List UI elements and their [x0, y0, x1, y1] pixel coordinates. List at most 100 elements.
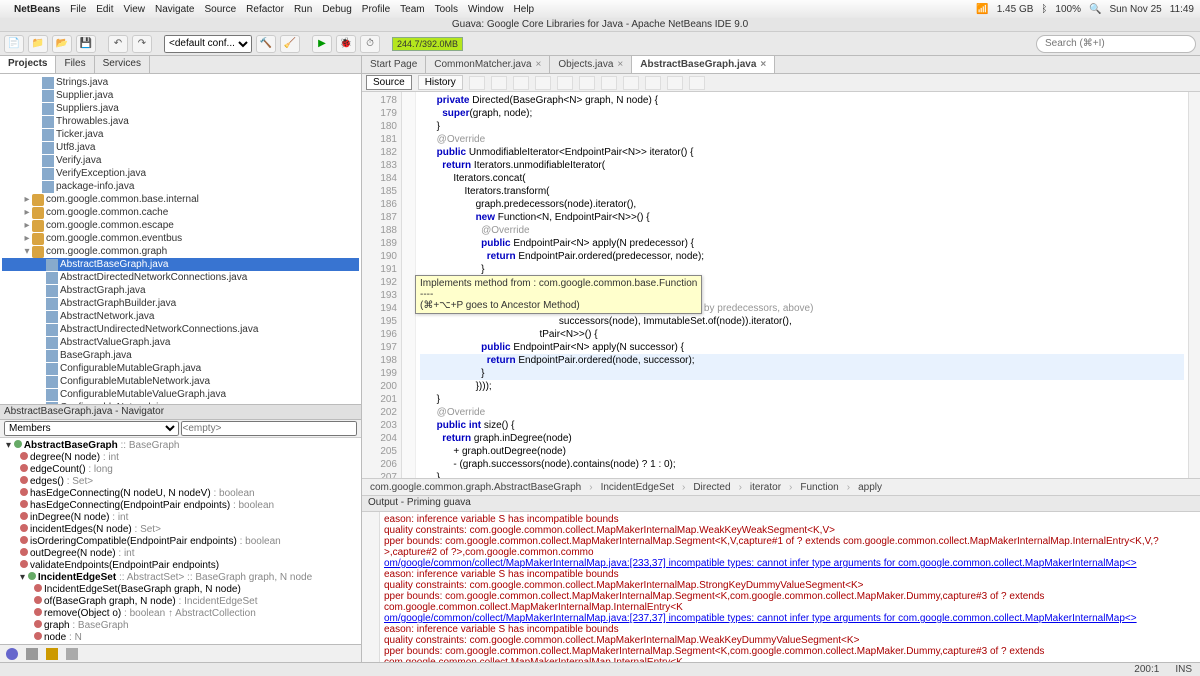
line-gutter[interactable]: 1781791801811821831841851861871881891901…: [362, 92, 402, 478]
filter-fields-icon[interactable]: [6, 648, 18, 660]
package-row[interactable]: ▸com.google.common.escape: [2, 219, 359, 232]
menu-team[interactable]: Team: [400, 4, 424, 15]
package-row[interactable]: ▾com.google.common.graph: [2, 245, 359, 258]
last-edit-button[interactable]: [513, 76, 529, 90]
navigator-item[interactable]: ▾ IncidentEdgeSet :: AbstractSet> :: Bas…: [2, 572, 359, 584]
close-icon[interactable]: ×: [536, 59, 542, 70]
navigator-item[interactable]: ▾ AbstractBaseGraph :: BaseGraph: [2, 440, 359, 452]
next-bookmark-button[interactable]: [579, 76, 595, 90]
tab-files[interactable]: Files: [56, 56, 94, 73]
navigator-item[interactable]: node : N: [2, 632, 359, 644]
menu-profile[interactable]: Profile: [362, 4, 390, 15]
navigator-item[interactable]: edges() : Set>: [2, 476, 359, 488]
menu-source[interactable]: Source: [204, 4, 236, 15]
menu-tools[interactable]: Tools: [435, 4, 458, 15]
navigator-item[interactable]: graph : BaseGraph: [2, 620, 359, 632]
navigator-item[interactable]: hasEdgeConnecting(EndpointPair endpoints…: [2, 500, 359, 512]
file-row[interactable]: package-info.java: [2, 180, 359, 193]
menu-help[interactable]: Help: [514, 4, 535, 15]
navigator-mode-select[interactable]: Members: [4, 421, 179, 436]
close-icon[interactable]: ×: [617, 59, 623, 70]
navigator-item[interactable]: hasEdgeConnecting(N nodeU, N nodeV) : bo…: [2, 488, 359, 500]
clean-build-button[interactable]: 🧹: [280, 35, 300, 53]
redo-button[interactable]: ↷: [132, 35, 152, 53]
menu-view[interactable]: View: [124, 4, 146, 15]
file-row[interactable]: Ticker.java: [2, 128, 359, 141]
navigator-item[interactable]: of(BaseGraph graph, N node) : IncidentEd…: [2, 596, 359, 608]
wifi-icon[interactable]: 📶: [976, 4, 988, 15]
tab-projects[interactable]: Projects: [0, 56, 56, 73]
menu-window[interactable]: Window: [468, 4, 504, 15]
navigator-filter-input[interactable]: [181, 421, 358, 436]
forward-button[interactable]: [491, 76, 507, 90]
file-row[interactable]: Suppliers.java: [2, 102, 359, 115]
profile-button[interactable]: ⏱: [360, 35, 380, 53]
file-row[interactable]: BaseGraph.java: [2, 349, 359, 362]
undo-button[interactable]: ↶: [108, 35, 128, 53]
spotlight-icon[interactable]: 🔍: [1089, 4, 1101, 15]
menu-debug[interactable]: Debug: [322, 4, 351, 15]
tab-abstractbasegraph[interactable]: AbstractBaseGraph.java×: [632, 56, 775, 73]
memory-usage[interactable]: 244.7/392.0MB: [392, 37, 463, 51]
menu-file[interactable]: File: [70, 4, 86, 15]
menu-edit[interactable]: Edit: [96, 4, 113, 15]
history-mode-button[interactable]: History: [418, 75, 463, 90]
shift-right-button[interactable]: [645, 76, 661, 90]
breadcrumb-item[interactable]: Function: [796, 482, 842, 493]
tab-commonmatcher[interactable]: CommonMatcher.java×: [426, 56, 550, 73]
new-project-button[interactable]: 📁: [28, 35, 48, 53]
navigator-item[interactable]: isOrderingCompatible(EndpointPair endpoi…: [2, 536, 359, 548]
toggle-bookmark-button[interactable]: [601, 76, 617, 90]
uncomment-button[interactable]: [689, 76, 705, 90]
projects-tree[interactable]: Strings.javaSupplier.javaSuppliers.javaT…: [0, 74, 361, 404]
editor-body[interactable]: 1781791801811821831841851861871881891901…: [362, 92, 1200, 478]
navigator-item[interactable]: outDegree(N node) : int: [2, 548, 359, 560]
filter-nonpublic-icon[interactable]: [66, 648, 78, 660]
new-file-button[interactable]: 📄: [4, 35, 24, 53]
menu-navigate[interactable]: Navigate: [155, 4, 194, 15]
build-button[interactable]: 🔨: [256, 35, 276, 53]
save-all-button[interactable]: 💾: [76, 35, 96, 53]
breadcrumb-item[interactable]: apply: [854, 482, 886, 493]
navigator-item[interactable]: degree(N node) : int: [2, 452, 359, 464]
comment-button[interactable]: [667, 76, 683, 90]
file-row[interactable]: VerifyException.java: [2, 167, 359, 180]
file-row[interactable]: Supplier.java: [2, 89, 359, 102]
global-search-input[interactable]: [1036, 35, 1196, 53]
run-button[interactable]: ▶: [312, 35, 332, 53]
file-row[interactable]: Utf8.java: [2, 141, 359, 154]
file-row[interactable]: AbstractUndirectedNetworkConnections.jav…: [2, 323, 359, 336]
file-row[interactable]: Verify.java: [2, 154, 359, 167]
open-button[interactable]: 📂: [52, 35, 72, 53]
find-button[interactable]: [535, 76, 551, 90]
breadcrumb-item[interactable]: iterator: [746, 482, 785, 493]
file-row[interactable]: AbstractDirectedNetworkConnections.java: [2, 271, 359, 284]
close-icon[interactable]: ×: [760, 59, 766, 70]
filter-inherited-icon[interactable]: [46, 648, 58, 660]
navigator-tree[interactable]: ▾ AbstractBaseGraph :: BaseGraph degree(…: [0, 438, 361, 644]
package-row[interactable]: ▸com.google.common.base.internal: [2, 193, 359, 206]
navigator-item[interactable]: IncidentEdgeSet(BaseGraph graph, N node): [2, 584, 359, 596]
prev-bookmark-button[interactable]: [557, 76, 573, 90]
package-row[interactable]: ▸com.google.common.eventbus: [2, 232, 359, 245]
file-row[interactable]: Strings.java: [2, 76, 359, 89]
navigator-item[interactable]: incidentEdges(N node) : Set>: [2, 524, 359, 536]
breadcrumb-item[interactable]: Directed: [689, 482, 734, 493]
file-row[interactable]: AbstractGraph.java: [2, 284, 359, 297]
menu-run[interactable]: Run: [294, 4, 312, 15]
output-panel[interactable]: eason: inference variable S has incompat…: [362, 512, 1200, 662]
breadcrumb-item[interactable]: com.google.common.graph.AbstractBaseGrap…: [366, 482, 585, 493]
file-row[interactable]: AbstractNetwork.java: [2, 310, 359, 323]
file-row[interactable]: AbstractBaseGraph.java: [2, 258, 359, 271]
annotation-column[interactable]: [402, 92, 416, 478]
output-text[interactable]: eason: inference variable S has incompat…: [380, 512, 1200, 662]
file-row[interactable]: ConfigurableMutableGraph.java: [2, 362, 359, 375]
file-row[interactable]: AbstractGraphBuilder.java: [2, 297, 359, 310]
breadcrumb-item[interactable]: IncidentEdgeSet: [597, 482, 678, 493]
file-row[interactable]: Throwables.java: [2, 115, 359, 128]
navigator-item[interactable]: edgeCount() : long: [2, 464, 359, 476]
tab-objects[interactable]: Objects.java×: [550, 56, 632, 73]
menu-refactor[interactable]: Refactor: [246, 4, 284, 15]
tab-startpage[interactable]: Start Page: [362, 56, 426, 73]
shift-left-button[interactable]: [623, 76, 639, 90]
